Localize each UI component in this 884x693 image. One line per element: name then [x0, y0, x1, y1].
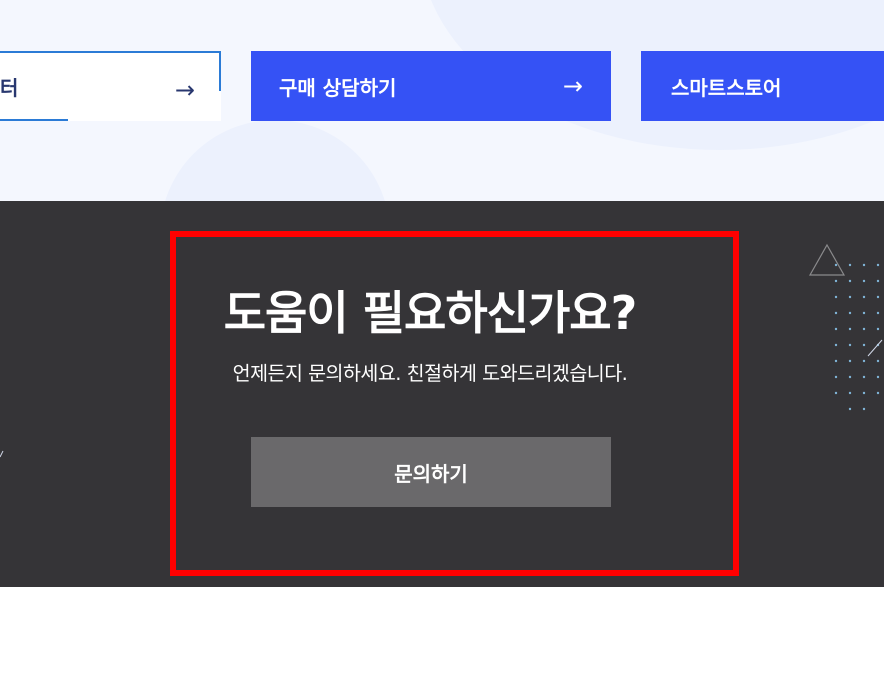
inquiry-button[interactable]: 문의하기: [251, 437, 611, 507]
decorative-line: [867, 339, 883, 357]
button-outline: [0, 119, 68, 121]
decorative-line: [0, 450, 4, 458]
arrow-right-icon: →: [174, 76, 195, 104]
smartstore-label: 스마트스토어: [671, 75, 782, 100]
arrow-right-icon: →: [562, 72, 583, 100]
smartstore-button[interactable]: 스마트스토어: [641, 51, 884, 121]
purchase-consult-button[interactable]: 구매 상담하기 →: [251, 51, 611, 121]
help-title: 도움이 필요하신가요?: [223, 286, 638, 340]
purchase-consult-label: 구매 상담하기: [279, 75, 397, 100]
partial-cta-button[interactable]: 터 →: [0, 51, 221, 121]
page-bottom: [0, 587, 884, 693]
background-circle: [160, 120, 390, 201]
help-description: 언제든지 문의하세요. 친절하게 도와드리겠습니다.: [232, 362, 628, 385]
cta-section: 터 → 구매 상담하기 → 스마트스토어: [0, 0, 884, 201]
help-section: 도움이 필요하신가요? 언제든지 문의하세요. 친절하게 도와드리겠습니다. 문…: [0, 201, 884, 587]
partial-cta-label: 터: [0, 75, 19, 100]
